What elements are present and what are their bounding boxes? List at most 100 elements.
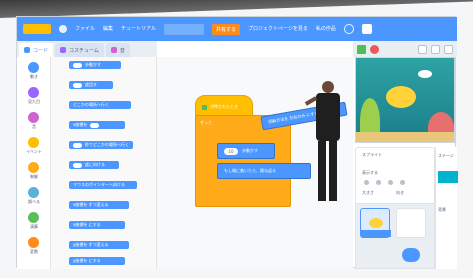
direction-label: 向き [396,190,404,195]
bounce-on-edge-block[interactable]: もし端に着いたら、跳ね返る [217,163,311,179]
palette-block[interactable]: どこかの場所へ行く [69,101,131,109]
steps-value[interactable]: 10 [224,147,238,155]
move-label: 歩動かす [242,148,258,153]
green-flag-button[interactable] [357,44,366,54]
fullscreen-button[interactable] [444,44,453,54]
forever-block[interactable]: ずっと [195,115,291,207]
palette-block[interactable]: x座標を [69,121,125,129]
value-oval [73,142,82,148]
block-label: 歩動かす [85,62,101,67]
value-oval [73,162,82,168]
size-field[interactable] [388,180,393,185]
code-icon [24,47,30,53]
palette-block[interactable]: 度回す [69,81,113,89]
sprite-list [355,203,435,269]
globe-icon[interactable] [59,25,67,33]
operators-dot-icon [28,212,39,223]
large-stage-button[interactable] [431,44,440,54]
folder-icon[interactable] [343,24,354,34]
block-label: どこかの場所へ行く [73,102,109,107]
palette-block[interactable]: 歩動かす [69,61,121,69]
small-stage-button[interactable] [418,44,427,54]
small-fish-sprite[interactable] [418,70,432,78]
speaker-icon [110,47,117,53]
block-label: y座標を にする [73,258,101,263]
code-area[interactable]: が押されたとき ずっと 10 歩動かす もし端に着いたら、跳ね返る 回転方法を … [157,57,353,269]
tab-code[interactable]: コード [19,43,54,57]
presenter-leg [318,141,326,201]
block-label: x座標を にする [73,222,101,227]
palette-block[interactable]: x座標を にする [69,221,125,229]
menu-edit[interactable]: 編集 [103,26,113,32]
control-dot-icon [28,162,39,173]
menu-tutorials[interactable]: チュートリアル [121,26,156,32]
block-label: 度に向ける [85,162,105,167]
stage-label: ステージ [438,153,454,158]
scratch-logo[interactable] [23,24,51,34]
value-oval [73,62,82,68]
category-control[interactable]: 制御 [17,159,51,181]
sprite-thumbnail-fish[interactable] [360,208,391,238]
size-label: 大きさ [362,190,374,195]
block-label: 度回す [85,82,97,87]
tab-sounds[interactable]: 音 [105,43,130,57]
share-button[interactable]: 共有する [211,23,240,35]
block-label: y座標を ずつ変える [73,242,109,247]
variables-dot-icon [28,237,39,248]
palette-block[interactable]: y座標を にする [69,257,125,265]
value-oval [73,82,82,88]
sprite-label: スプライト [362,152,382,157]
avatar[interactable] [361,24,372,34]
palette-block[interactable]: 秒でどこかの場所へ行く [69,141,133,149]
show-eye-icon[interactable] [364,180,369,185]
hide-eye-icon[interactable] [376,180,381,185]
backdrop-thumbnail[interactable] [438,171,458,183]
category-label: 制御 [30,174,38,179]
looks-dot-icon [28,87,39,98]
palette-block[interactable]: x座標を ずつ変える [69,201,129,209]
tab-code-label: コード [33,47,49,54]
palette-block[interactable]: マウスのポインターへ向ける [69,181,137,189]
category-looks[interactable]: 見た目 [17,84,51,106]
tab-costumes[interactable]: コスチューム [55,43,104,57]
direction-field[interactable] [400,180,405,185]
bounce-label: もし端に着いたら、跳ね返る [224,168,276,173]
stage-target-panel: ステージ 背景 [435,147,458,269]
events-dot-icon [28,137,39,148]
block-palette: 歩動かす 度回す どこかの場所へ行く x座標を 秒でどこかの場所へ行く 度に向け… [51,57,157,269]
presenter-leg [329,141,337,201]
share-label: 共有する [215,26,236,33]
value-oval [90,122,100,128]
category-events[interactable]: イベント [17,134,51,156]
palette-block[interactable]: 度に向ける [69,161,119,169]
sprite-thumbnail-empty[interactable] [396,208,426,238]
category-variables[interactable]: 変数 [17,234,51,256]
presenter-head [322,81,334,93]
show-label: 表示する [362,170,378,175]
category-sensing[interactable]: 調べる [17,184,51,206]
move-steps-block[interactable]: 10 歩動かす [217,143,275,159]
fish-icon [369,218,383,228]
category-label: 動き [30,74,38,79]
project-page-link[interactable]: プロジェクトページを見る [248,26,308,32]
category-motion[interactable]: 動き [17,59,51,81]
category-label: 見た目 [28,99,40,104]
menu-file[interactable]: ファイル [75,26,95,32]
palette-block[interactable]: y座標を ずつ変える [69,241,129,249]
forever-label: ずっと [200,120,212,125]
stage-canvas[interactable] [355,57,455,143]
sprite-info-panel: スプライト 表示する 大きさ 向き [355,147,435,207]
stop-button[interactable] [370,44,379,54]
category-operators[interactable]: 演算 [17,209,51,231]
motion-dot-icon [28,62,39,73]
dragging-block-label: 回転方法を 左右のみ にする [268,110,319,125]
add-sprite-button[interactable] [402,248,420,262]
category-sound[interactable]: 音 [17,109,51,131]
fish-sprite[interactable] [386,86,416,108]
editor-tabs: コード コスチューム 音 [17,41,157,57]
project-title-input[interactable] [163,23,204,35]
sprite-thumbnail-label [361,230,391,237]
tab-costumes-label: コスチューム [69,47,99,54]
when-flag-clicked-block[interactable]: が押されたとき [195,95,253,117]
my-stuff-link[interactable]: 私の作品 [316,26,336,32]
